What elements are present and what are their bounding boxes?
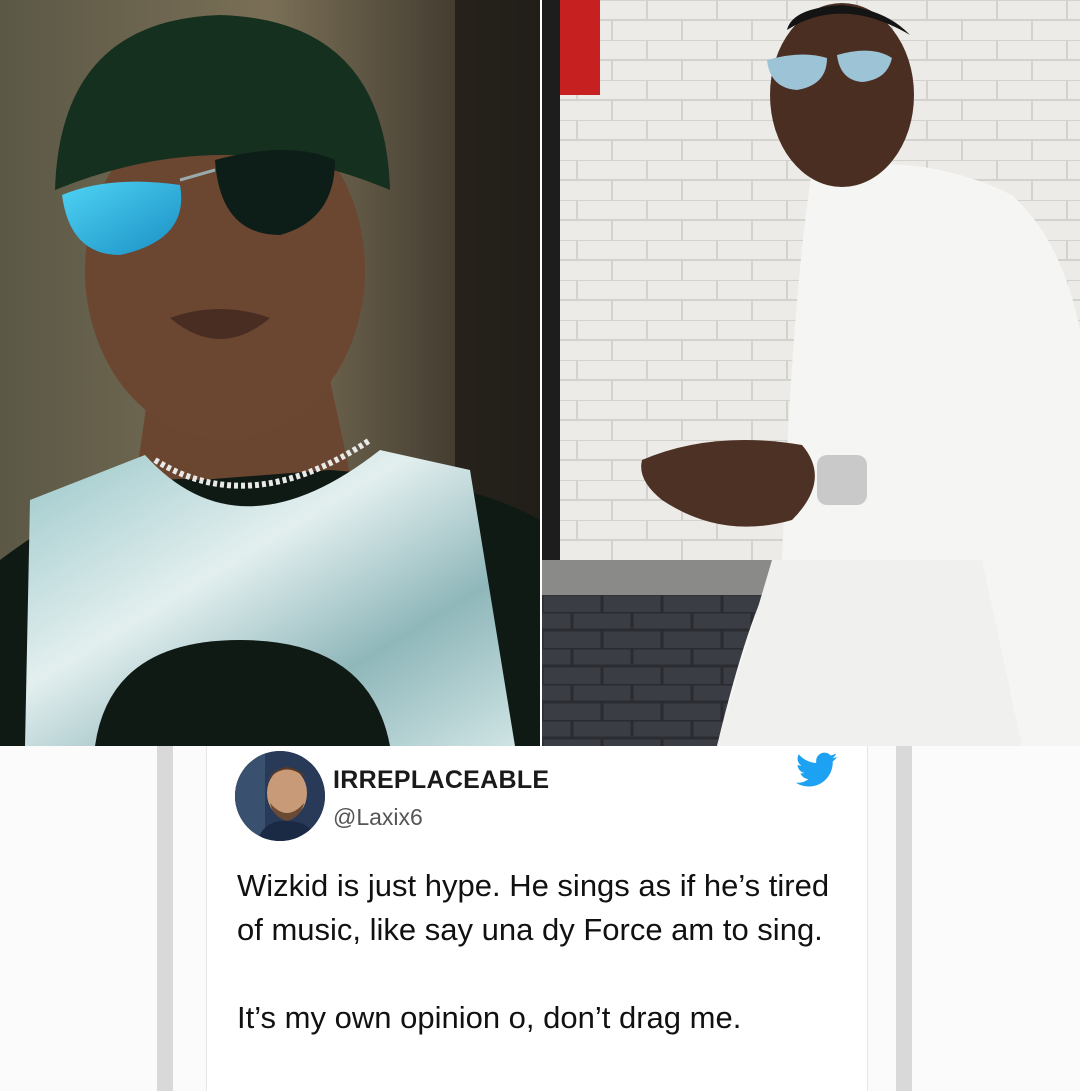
right-divider-rail	[896, 746, 912, 1091]
tweet-paragraph: It’s my own opinion o, don’t drag me.	[237, 1000, 742, 1035]
left-portrait-photo	[0, 0, 540, 746]
user-handle[interactable]: @Laxix6	[333, 804, 423, 831]
right-portrait-photo	[542, 0, 1080, 746]
tweet-body: Wizkid is just hype. He sings as if he’s…	[237, 864, 857, 1040]
photo-collage	[0, 0, 1080, 746]
tweet-screenshot: IRREPLACEABLE @Laxix6 Wizkid is just hyp…	[0, 746, 1080, 1091]
left-divider-rail	[157, 746, 173, 1091]
avatar[interactable]	[235, 751, 325, 841]
tweet-paragraph: Wizkid is just hype. He sings as if he’s…	[237, 868, 830, 947]
tweet-card: IRREPLACEABLE @Laxix6 Wizkid is just hyp…	[206, 746, 868, 1091]
twitter-bird-icon	[796, 752, 838, 787]
display-name[interactable]: IRREPLACEABLE	[333, 766, 549, 795]
